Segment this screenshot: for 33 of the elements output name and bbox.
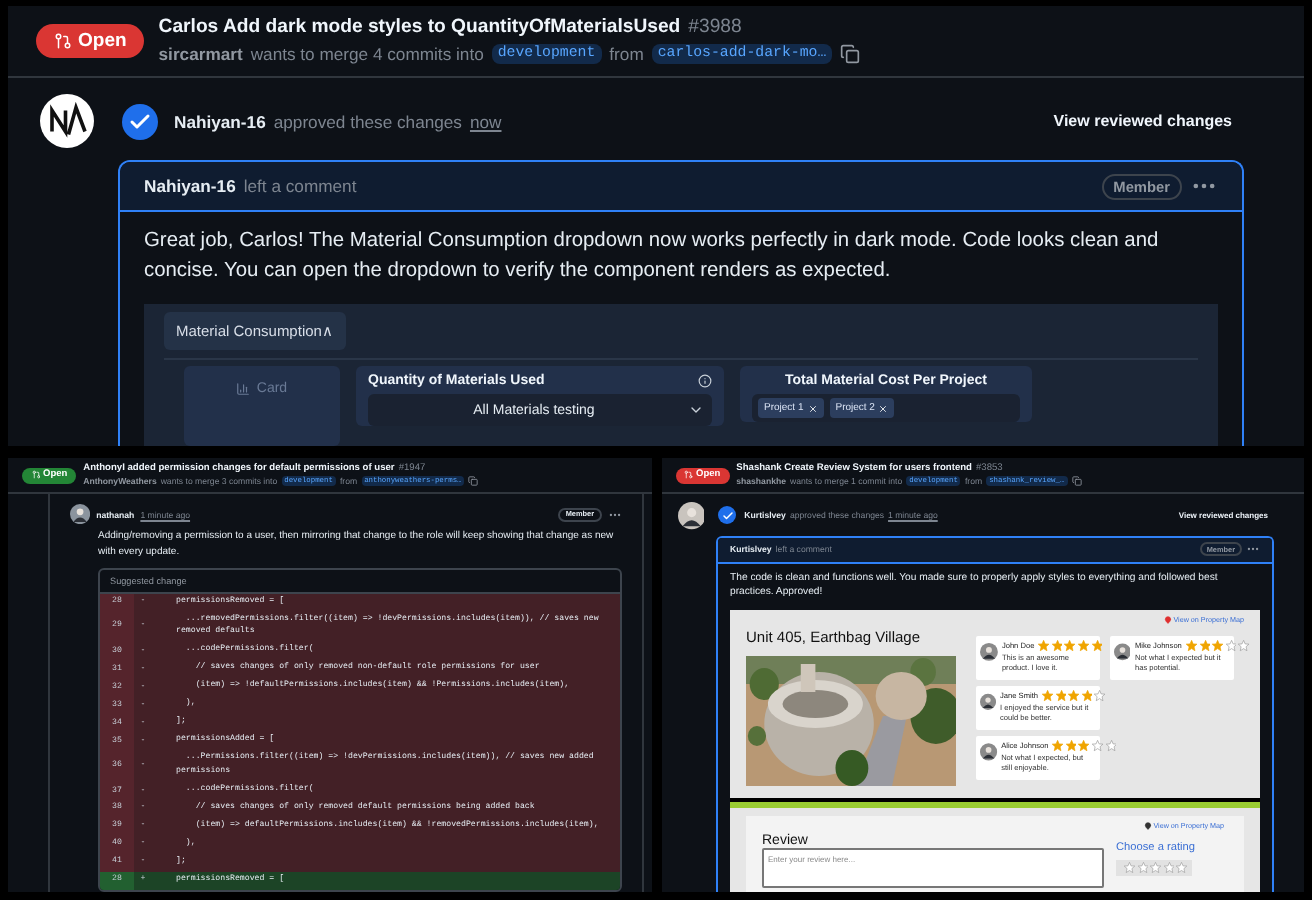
logo-icon: [40, 94, 94, 148]
avatar-icon: [677, 502, 705, 530]
comment-author[interactable]: Nahiyan-16: [144, 176, 236, 196]
approved-icon: [718, 506, 737, 525]
chevron-down-icon: [688, 402, 704, 418]
from-text: from: [609, 44, 644, 64]
pr-number: #3988: [688, 16, 742, 38]
pull-request-icon: [684, 470, 693, 480]
review-action: approved these changes: [273, 111, 462, 131]
avatar-icon: [980, 690, 997, 715]
view-changes-button[interactable]: View reviewed changes: [1049, 108, 1236, 134]
author-name[interactable]: sircarmart: [158, 44, 243, 64]
avatar-icon: [980, 740, 998, 765]
info-icon[interactable]: [698, 374, 712, 388]
chart-icon: [236, 382, 251, 396]
status-badge: Open: [36, 24, 145, 58]
copy-icon[interactable]: [468, 476, 479, 486]
pull-request-icon: [31, 470, 40, 480]
avatar-icon: [70, 504, 91, 525]
avatar-icon: [1114, 640, 1131, 665]
pull-request-icon: [54, 32, 72, 50]
copy-icon[interactable]: [1071, 476, 1082, 486]
approved-icon: [122, 103, 158, 139]
comment-action: left a comment: [243, 176, 357, 196]
review-time[interactable]: now: [469, 111, 502, 131]
pin-icon: [1143, 822, 1152, 831]
copy-icon[interactable]: [840, 44, 861, 64]
comment-text: Great job, Carlos! The Material Consumption dropdown now works perfectly in dark mode. Code looks clean and concise. You can open the dropdown to verify the component renders as expected.: [142, 228, 1161, 286]
pin-icon: [1163, 616, 1172, 625]
merge-text: wants to merge 4 commits into: [250, 44, 484, 64]
pr-title: Carlos Add dark mode styles to QuantityOfMaterialsUsed: [158, 16, 681, 38]
avatar-icon: [980, 640, 998, 665]
reviewer-name[interactable]: Nahiyan-16: [174, 111, 266, 131]
